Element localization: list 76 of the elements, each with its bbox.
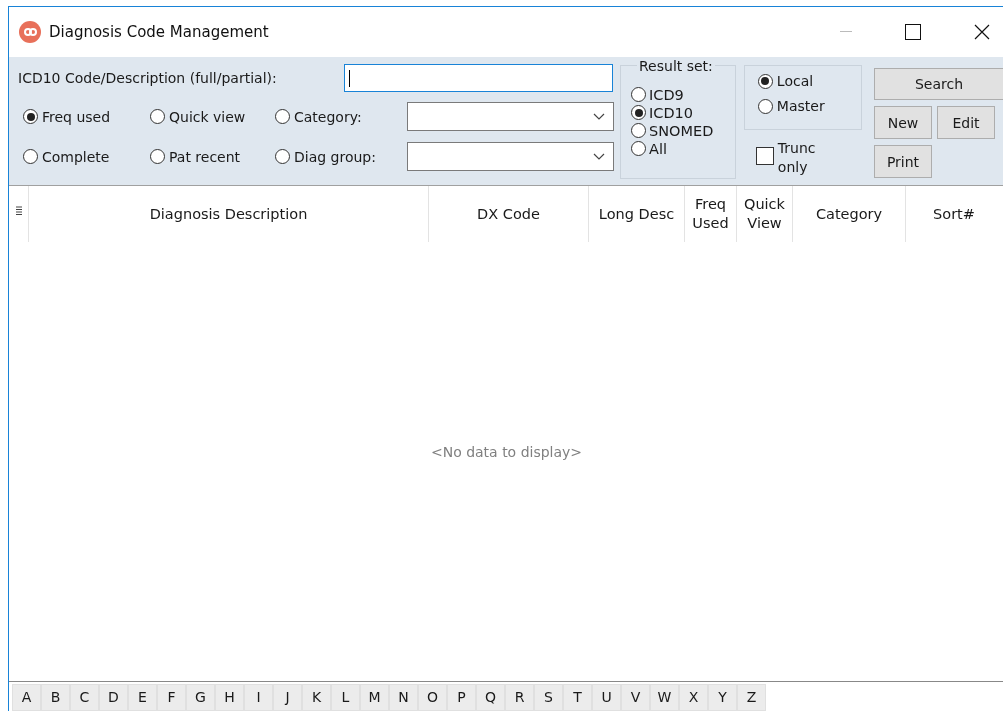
column-header[interactable]: Diagnosis Description xyxy=(29,186,429,242)
new-button[interactable]: New xyxy=(874,106,932,139)
radio-label[interactable]: Freq used xyxy=(42,108,111,125)
radio-button[interactable] xyxy=(275,109,290,124)
checkbox[interactable] xyxy=(755,147,774,165)
radio-button[interactable] xyxy=(631,105,646,120)
radio-button[interactable] xyxy=(757,98,773,114)
window-title: Diagnosis Code Management xyxy=(49,23,269,41)
group-title: Result set: xyxy=(637,58,715,74)
letter-button[interactable]: P xyxy=(447,683,476,711)
checkbox-label[interactable]: Trunc only xyxy=(777,139,828,177)
radio-button[interactable] xyxy=(631,141,646,156)
column-header[interactable]: Freq Used xyxy=(685,186,737,242)
close-icon[interactable] xyxy=(974,24,990,40)
dropdown[interactable] xyxy=(407,102,614,131)
empty-message: <No data to display> xyxy=(430,443,583,460)
radio-label[interactable]: SNOMED xyxy=(649,122,714,139)
column-header[interactable]: Sort# xyxy=(906,186,1002,242)
letter-button[interactable]: E xyxy=(128,683,157,711)
radio-button[interactable] xyxy=(757,73,773,89)
maximize-icon[interactable] xyxy=(905,24,921,40)
letter-button[interactable]: Y xyxy=(708,683,737,711)
column-header[interactable]: DX Code xyxy=(429,186,589,242)
column-header[interactable]: Long Desc xyxy=(589,186,685,242)
dropdown[interactable] xyxy=(407,142,614,171)
chevron-down-icon xyxy=(593,153,605,160)
letter-button[interactable]: T xyxy=(563,683,592,711)
radio-label[interactable]: Master xyxy=(776,98,825,114)
letter-button[interactable]: X xyxy=(679,683,708,711)
radio-button[interactable] xyxy=(23,149,38,164)
radio-button[interactable] xyxy=(275,149,290,164)
radio-label[interactable]: Quick view xyxy=(169,108,246,125)
radio-label[interactable]: Category: xyxy=(294,108,362,125)
column-chooser-icon[interactable] xyxy=(15,206,22,216)
column-header[interactable]: Category xyxy=(793,186,906,242)
letter-button[interactable]: R xyxy=(505,683,534,711)
letter-button[interactable]: W xyxy=(650,683,679,711)
letter-button[interactable]: F xyxy=(157,683,186,711)
letter-button[interactable]: M xyxy=(360,683,389,711)
radio-button[interactable] xyxy=(150,109,165,124)
letter-button[interactable]: N xyxy=(389,683,418,711)
letter-button[interactable]: B xyxy=(41,683,70,711)
radio-label[interactable]: All xyxy=(649,140,667,157)
letter-button[interactable]: U xyxy=(592,683,621,711)
print-button[interactable]: Print xyxy=(874,145,932,178)
radio-button[interactable] xyxy=(631,87,646,102)
letter-button[interactable]: J xyxy=(273,683,302,711)
radio-label[interactable]: Pat recent xyxy=(169,148,241,165)
app-logo-icon xyxy=(19,21,41,43)
chevron-down-icon xyxy=(593,113,605,120)
search-field[interactable] xyxy=(344,64,613,92)
letter-button[interactable]: K xyxy=(302,683,331,711)
search-label: ICD10 Code/Description (full/partial): xyxy=(18,70,277,86)
letter-button[interactable]: V xyxy=(621,683,650,711)
radio-button[interactable] xyxy=(631,123,646,138)
letter-button[interactable]: Q xyxy=(476,683,505,711)
letter-button[interactable]: Z xyxy=(737,683,766,711)
letter-button[interactable]: I xyxy=(244,683,273,711)
radio-label[interactable]: Local xyxy=(776,73,814,89)
edit-button[interactable]: Edit xyxy=(937,106,995,139)
letter-button[interactable]: A xyxy=(12,683,41,711)
letter-button[interactable]: D xyxy=(99,683,128,711)
letter-button[interactable]: L xyxy=(331,683,360,711)
letter-button[interactable]: S xyxy=(534,683,563,711)
radio-button[interactable] xyxy=(150,149,165,164)
letter-button[interactable]: O xyxy=(418,683,447,711)
search-button[interactable]: Search xyxy=(874,68,1003,100)
radio-label[interactable]: ICD9 xyxy=(649,86,684,103)
radio-button[interactable] xyxy=(23,109,38,124)
radio-label[interactable]: Diag group: xyxy=(294,148,376,165)
letter-button[interactable]: C xyxy=(70,683,99,711)
letter-button[interactable]: G xyxy=(186,683,215,711)
radio-label[interactable]: ICD10 xyxy=(649,104,694,121)
column-header[interactable]: Quick View xyxy=(737,186,793,242)
letter-button[interactable]: H xyxy=(215,683,244,711)
radio-label[interactable]: Complete xyxy=(42,148,110,165)
